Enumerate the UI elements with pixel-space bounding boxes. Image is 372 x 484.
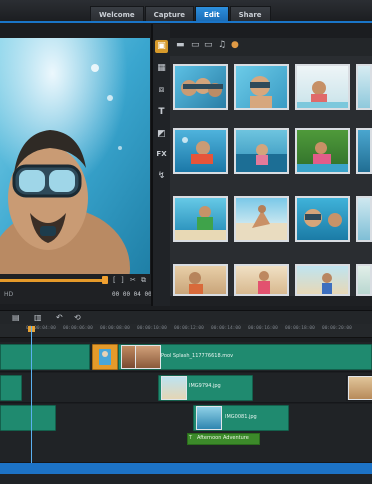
undo-icon[interactable]: ↶ bbox=[56, 313, 63, 322]
graphic-icon[interactable]: ◩ bbox=[155, 128, 168, 141]
scrubber-handle[interactable] bbox=[102, 276, 108, 284]
preview-timecode[interactable]: 00 00 04 00 bbox=[112, 291, 152, 298]
video-editor-window: Welcome Capture Edit Share [] ✂ ⧉ HD 00… bbox=[0, 0, 372, 484]
ruler-label: 00:00:16:00 bbox=[248, 326, 278, 331]
clip-title: Pool Splash_117776618.mov bbox=[161, 353, 234, 359]
library-status-bar bbox=[170, 296, 372, 306]
ruler-label: 00:00:10:00 bbox=[137, 326, 167, 331]
overlay-clip[interactable] bbox=[0, 375, 22, 401]
media-thumbnail[interactable] bbox=[295, 196, 350, 242]
timeline-toolbar: ▤ ▥ ↶ ⟲ bbox=[0, 310, 372, 324]
clip-thumbnail bbox=[348, 376, 372, 400]
clip-thumbnail bbox=[135, 345, 161, 369]
media-thumbnail[interactable] bbox=[356, 128, 372, 174]
library-tool-strip: ▣ ▦ ⧈ T ◩ FX ↯ bbox=[153, 24, 170, 306]
copy-icon[interactable]: ⧉ bbox=[141, 276, 146, 285]
workspace-bar: Welcome Capture Edit Share bbox=[0, 0, 372, 22]
media-icon[interactable]: ▣ bbox=[155, 40, 168, 53]
media-thumbnail[interactable] bbox=[173, 264, 228, 296]
sort-icon[interactable]: ● bbox=[231, 40, 239, 50]
media-thumbnail[interactable] bbox=[173, 196, 228, 242]
tab-edit[interactable]: Edit bbox=[195, 6, 229, 22]
tab-capture[interactable]: Capture bbox=[144, 6, 195, 22]
title-icon[interactable]: T bbox=[155, 106, 168, 119]
video-clip[interactable] bbox=[0, 344, 90, 370]
ruler-label: 00:00:14:00 bbox=[211, 326, 241, 331]
clip-thumbnail bbox=[161, 376, 187, 400]
mark-in-icon[interactable]: [ bbox=[113, 276, 116, 284]
playback-scrubber[interactable] bbox=[0, 279, 106, 282]
media-thumbnail[interactable] bbox=[356, 64, 372, 110]
library-media-grid bbox=[170, 56, 372, 296]
title-clip-label: Afternoon Adventure bbox=[197, 435, 249, 441]
redo-icon[interactable]: ⟲ bbox=[74, 313, 81, 322]
timeline-scrollbar[interactable] bbox=[0, 463, 372, 474]
timeline-footer bbox=[0, 474, 372, 484]
preview-frame-image bbox=[0, 38, 150, 274]
path-icon[interactable]: ↯ bbox=[155, 170, 168, 183]
media-thumbnail[interactable] bbox=[356, 196, 372, 242]
media-thumbnail[interactable] bbox=[295, 64, 350, 110]
media-thumbnail[interactable] bbox=[295, 264, 350, 296]
ruler-label: 00:00:20:00 bbox=[322, 326, 352, 331]
title-track bbox=[0, 433, 372, 463]
timeline-icon[interactable]: ▥ bbox=[34, 313, 42, 322]
playhead-line[interactable] bbox=[31, 326, 32, 476]
hd-toggle[interactable]: HD bbox=[4, 291, 13, 298]
player-preview[interactable] bbox=[0, 38, 150, 274]
media-thumbnail[interactable] bbox=[173, 128, 228, 174]
storyboard-icon[interactable]: ▤ bbox=[12, 313, 20, 322]
photo-filter-icon[interactable]: ▭ bbox=[204, 40, 213, 50]
media-thumbnail[interactable] bbox=[234, 128, 289, 174]
media-thumbnail[interactable] bbox=[173, 64, 228, 110]
media-thumbnail[interactable] bbox=[234, 264, 289, 296]
player-controls: [ ] ✂ ⧉ HD 00 00 04 00 bbox=[0, 274, 152, 304]
media-thumbnail[interactable] bbox=[356, 264, 372, 296]
transition-icon[interactable]: ⧈ bbox=[155, 84, 168, 97]
clip-thumbnail bbox=[196, 406, 222, 430]
ruler-label: 00:00:18:00 bbox=[285, 326, 315, 331]
transition-clip[interactable] bbox=[92, 344, 118, 370]
tab-welcome[interactable]: Welcome bbox=[90, 6, 144, 22]
instant-project-icon[interactable]: ▦ bbox=[155, 62, 168, 75]
media-thumbnail[interactable] bbox=[295, 128, 350, 174]
media-thumbnail[interactable] bbox=[234, 64, 289, 110]
media-thumbnail[interactable] bbox=[234, 196, 289, 242]
overlay-clip[interactable] bbox=[0, 405, 56, 431]
workspace-tabs: Welcome Capture Edit Share bbox=[90, 6, 272, 22]
folder-icon[interactable]: ▬ bbox=[176, 40, 185, 50]
clip-title: IMG0081.jpg bbox=[225, 414, 257, 420]
ruler-label: 00:00:08:00 bbox=[100, 326, 130, 331]
timeline-ruler[interactable]: 00:00:04:00 00:00:06:00 00:00:08:00 00:0… bbox=[0, 324, 372, 338]
video-filter-icon[interactable]: ▭ bbox=[191, 40, 200, 50]
ruler-label: 00:00:06:00 bbox=[63, 326, 93, 331]
audio-filter-icon[interactable]: ♫ bbox=[218, 40, 226, 50]
tab-share[interactable]: Share bbox=[229, 6, 271, 22]
filter-icon[interactable]: FX bbox=[155, 148, 168, 161]
cut-icon[interactable]: ✂ bbox=[130, 276, 136, 284]
library-filter-bar: ▬ ▭ ▭ ♫ ● bbox=[170, 38, 372, 56]
workspace-accent-line bbox=[0, 21, 372, 23]
playback-progress-fill bbox=[0, 279, 104, 282]
clip-title: IMG9794.jpg bbox=[189, 383, 221, 389]
title-type-icon: T bbox=[189, 435, 193, 441]
mark-out-icon[interactable]: ] bbox=[121, 276, 124, 284]
ruler-label: 00:00:12:00 bbox=[174, 326, 204, 331]
